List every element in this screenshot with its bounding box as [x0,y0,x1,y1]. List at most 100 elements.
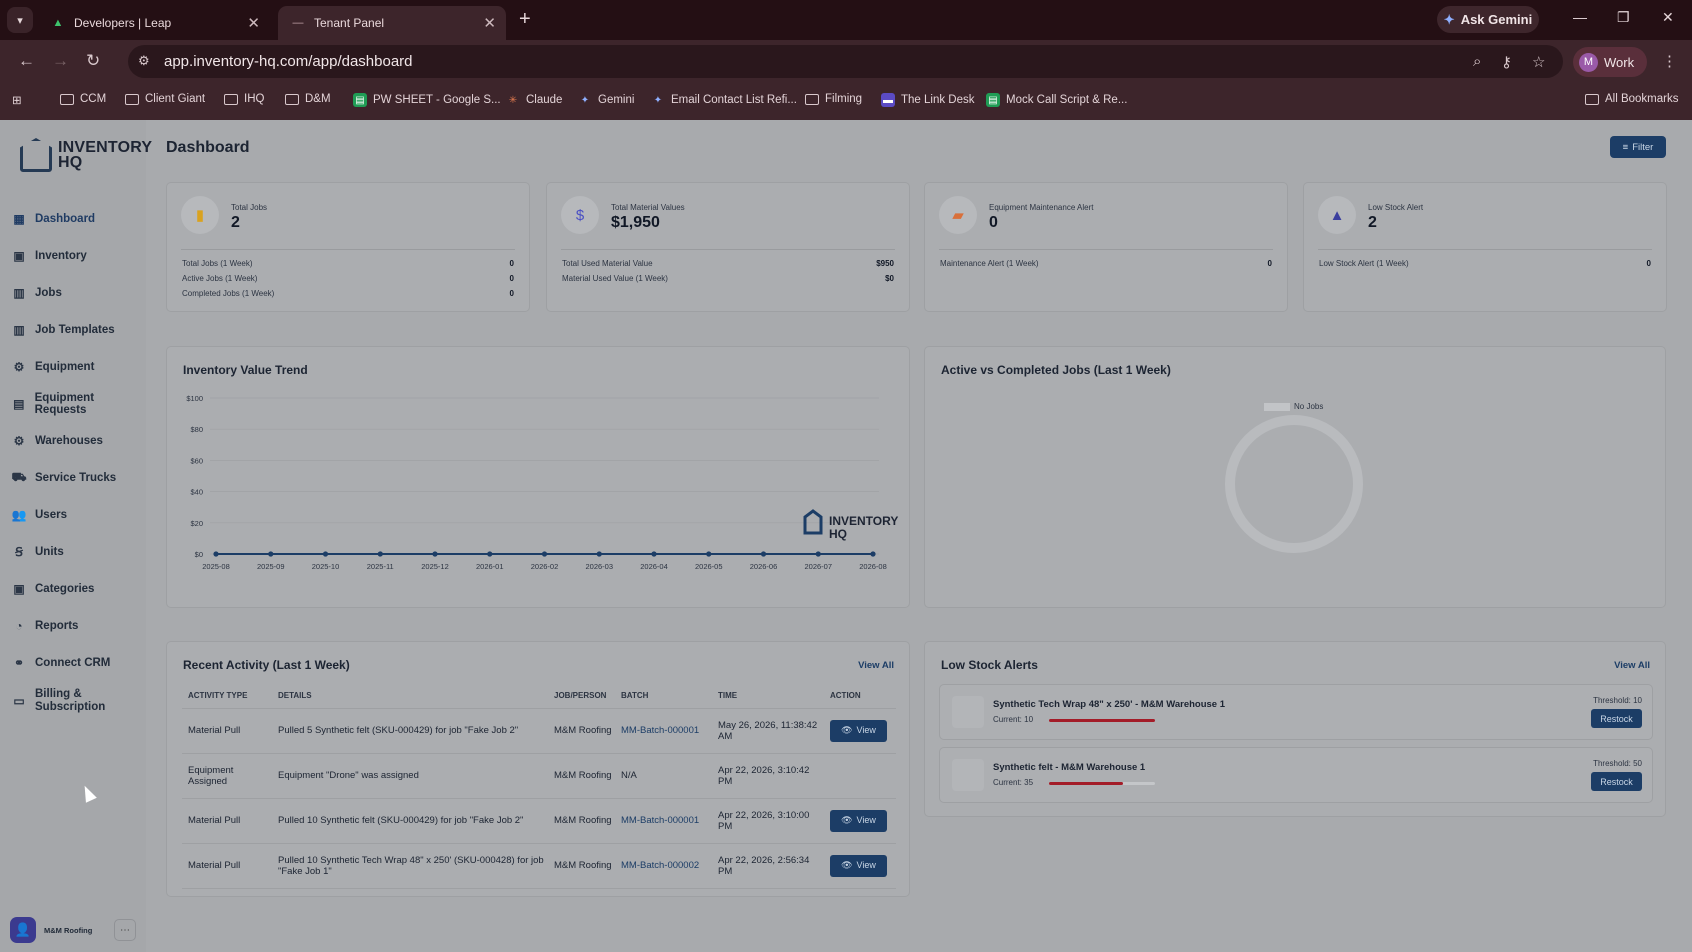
sidebar-item-equipment-requests[interactable]: ▤ Equipment Requests [0,385,146,422]
zoom-icon[interactable]: ⌕ [1473,53,1481,70]
bookmark-claude[interactable]: ✳ Claude [506,93,563,107]
close-tab-icon[interactable]: ✕ [247,14,260,32]
stat-row-label: Completed Jobs (1 Week) [182,289,275,298]
activity-batch[interactable]: MM-Batch-000001 [615,708,712,754]
more-options-icon[interactable]: ⋯ [114,919,136,941]
sidebar-item-label: Job Templates [35,323,115,336]
bookmark-link-desk[interactable]: ▬ The Link Desk [881,93,975,107]
sidebar-item-connect-crm[interactable]: ⚭ Connect CRM [0,644,146,681]
sidebar-item-label: Reports [35,619,79,632]
active-vs-completed-card: Active vs Completed Jobs (Last 1 Week) N… [924,346,1666,608]
table-row: Equipment Assigned Equipment "Drone" was … [182,753,896,799]
sheets-icon: ▤ [986,93,1000,107]
bookmark-filming[interactable]: Filming [805,93,862,105]
sidebar-item-inventory[interactable]: ▣ Inventory [0,237,146,274]
bookmark-email-contact[interactable]: ✦ Email Contact List Refi... [651,93,797,107]
activity-batch[interactable]: MM-Batch-000002 [615,843,712,889]
toolbox-icon: ▰ [939,196,977,234]
new-tab-icon[interactable]: + [519,8,531,31]
sidebar-item-service-trucks[interactable]: ⛟ Service Trucks [0,459,146,496]
forward-icon[interactable]: → [52,51,69,71]
bookmark-mock-call[interactable]: ▤ Mock Call Script & Re... [986,93,1127,107]
activity-view-all-link[interactable]: View All [858,660,894,671]
ask-gemini-button[interactable]: ✦ Ask Gemini [1437,6,1539,33]
filter-button[interactable]: ≡ Filter [1610,136,1666,158]
bookmark-ihq[interactable]: IHQ [224,93,264,105]
sidebar-item-units[interactable]: Ꞩ Units [0,533,146,570]
low-stock-alerts-card: Low Stock Alerts View All Synthetic Tech… [924,641,1666,817]
back-icon[interactable]: ← [18,51,35,71]
menu-icon[interactable]: ⋮ [1662,52,1677,70]
sidebar-item-jobs[interactable]: ▥ Jobs [0,274,146,311]
dollar-icon: $ [561,196,599,234]
tab-tenant-panel[interactable]: — Tenant Panel ✕ [278,6,506,40]
y-tick-label: $40 [190,488,203,497]
low-stock-view-all-link[interactable]: View All [1614,660,1650,671]
watermark-line1: INVENTORY [829,514,898,528]
sidebar-item-label: Users [35,508,67,521]
all-bookmarks[interactable]: All Bookmarks [1585,93,1679,105]
jobs-donut-chart[interactable] [1225,415,1363,553]
bookmark-ccm[interactable]: CCM [60,93,106,105]
tab-developers-leap[interactable]: ▲ Developers | Leap ✕ [38,6,270,40]
gemini-icon: ✦ [653,94,663,106]
activity-batch[interactable]: MM-Batch-000001 [615,798,712,844]
sidebar-item-categories[interactable]: ▣ Categories [0,570,146,607]
sidebar-item-warehouses[interactable]: ⚙ Warehouses [0,422,146,459]
view-button[interactable]: 👁 View [830,809,887,832]
x-tick-label: 2026-05 [695,562,723,571]
password-key-icon[interactable]: ⚷ [1501,53,1512,71]
stat-rows: Low Stock Alert (1 Week) 0 [1319,256,1651,271]
site-info-icon[interactable]: ⚙ [138,53,150,69]
stat-value: 0 [989,214,998,231]
leap-logo-icon: ▲ [52,17,64,29]
reload-icon[interactable]: ↻ [86,51,100,71]
sidebar-item-job-templates[interactable]: ▥ Job Templates [0,311,146,348]
address-bar[interactable]: ⚙ app.inventory-hq.com/app/dashboard ⌕ ⚷… [128,45,1563,78]
tab-search-icon[interactable]: ▾ [7,7,33,33]
logo[interactable]: INVENTORY HQ [20,138,152,172]
bookmark-pw-sheet[interactable]: ▤ PW SHEET - Google S... [353,93,501,107]
page-title: Dashboard [166,139,250,156]
inventory-value-chart[interactable]: $0 $20 $40 $60 $80 $100 2025-08 2025-09 2025-10 2… [167,347,911,609]
sidebar-item-reports[interactable]: ◔ Reports [0,607,146,644]
x-tick-label: 2025-11 [367,562,394,571]
users-icon: 👥 [11,507,27,522]
data-point [268,551,274,557]
view-button[interactable]: 👁 View [830,719,887,742]
sidebar-item-equipment[interactable]: ⚙ Equipment [0,348,146,385]
minimize-icon[interactable]: — [1573,9,1587,25]
restock-button[interactable]: Restock [1591,772,1642,791]
view-button[interactable]: 👁 View [830,854,887,877]
bookmark-label: Client Giant [145,93,206,105]
stat-row-value: $0 [885,274,894,283]
restock-button[interactable]: Restock [1591,709,1642,728]
sidebar-item-users[interactable]: 👥 Users [0,496,146,533]
restore-icon[interactable]: ❐ [1617,9,1630,26]
close-tab-icon[interactable]: ✕ [483,14,496,32]
x-tick-label: 2026-03 [585,562,613,571]
user-profile[interactable]: 👤 M&M Roofing ⋯ [10,916,136,944]
gemini-icon: ✦ [580,94,590,106]
bookmark-gemini[interactable]: ✦ Gemini [578,93,635,107]
bookmark-client-giant[interactable]: Client Giant [125,93,205,105]
url-text[interactable]: app.inventory-hq.com/app/dashboard [164,53,413,70]
donut-title: Active vs Completed Jobs (Last 1 Week) [941,363,1171,377]
apps-icon[interactable]: ⊞ [12,93,22,107]
stat-row-label: Active Jobs (1 Week) [182,274,258,283]
sidebar-item-dashboard[interactable]: ▦ Dashboard [0,200,146,237]
bookmark-label: Mock Call Script & Re... [1006,94,1128,106]
profile-button[interactable]: M Work [1573,47,1647,77]
data-point [432,551,438,557]
close-window-icon[interactable]: ✕ [1662,9,1674,26]
bookmark-dm[interactable]: D&M [285,93,331,105]
sidebar-item-billing-subscription[interactable]: ▭ Billing & Subscription [0,681,146,721]
bookmark-label: IHQ [244,93,265,105]
activity-person: M&M Roofing [548,798,615,844]
stat-row-label: Material Used Value (1 Week) [562,274,668,283]
stat-label: Total Jobs [231,203,268,212]
bookmark-star-icon[interactable]: ☆ [1532,53,1545,71]
folder-icon [125,93,139,105]
activity-action-cell: 👁 View [824,708,896,754]
x-tick-label: 2026-07 [804,562,832,571]
